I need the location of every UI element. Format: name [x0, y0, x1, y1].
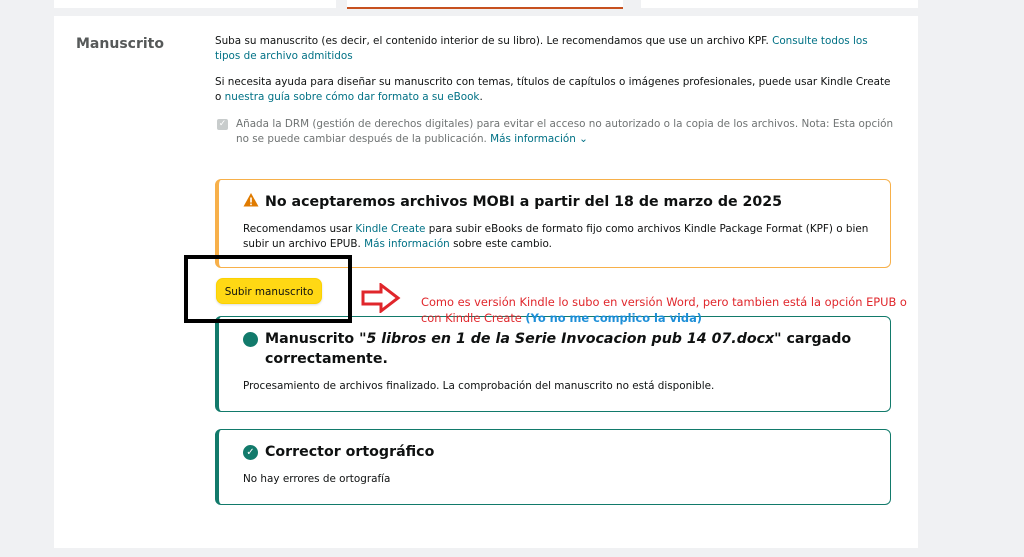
annotation-highlight-box: [184, 255, 352, 323]
help-end: .: [479, 90, 483, 103]
spellcheck-alert: ✓ Corrector ortográfico No hay errores de…: [215, 429, 891, 505]
spellcheck-title-text: Corrector ortográfico: [265, 444, 435, 460]
annotation-highlight: (Yo no me complico la vida): [525, 311, 702, 325]
format-guide-link[interactable]: nuestra guía sobre cómo dar formato a su…: [225, 91, 480, 103]
tab-card-left[interactable]: [54, 0, 336, 8]
warning-body-1: Recomendamos usar: [243, 223, 356, 235]
more-info-link[interactable]: Más información: [364, 238, 450, 250]
spellcheck-body: No hay errores de ortografía: [243, 473, 391, 485]
annotation-arrow-icon: [361, 283, 401, 313]
chevron-down-icon: ⌄: [579, 132, 588, 145]
warning-title: No aceptaremos archivos MOBI a partir de…: [243, 192, 863, 212]
drm-label: Añada la DRM (gestión de derechos digita…: [236, 117, 895, 146]
warning-icon: [243, 193, 259, 207]
section-label: Manuscrito: [76, 36, 164, 52]
warning-body: Recomendamos usar Kindle Create para sub…: [243, 222, 873, 252]
drm-more-link[interactable]: Más información ⌄: [490, 133, 588, 145]
warning-body-3: sobre este cambio.: [449, 238, 552, 250]
kindle-create-link[interactable]: Kindle Create: [355, 223, 425, 235]
help-text: Si necesita ayuda para diseñar su manusc…: [215, 75, 895, 104]
success-title-1: Manuscrito ": [265, 331, 367, 347]
drm-checkbox[interactable]: ✓: [217, 119, 228, 130]
intro-sentence: Suba su manuscrito (es decir, el conteni…: [215, 35, 773, 47]
check-circle-icon: ✓: [243, 445, 258, 460]
upload-success-alert: ✓ Manuscrito "5 libros en 1 de la Serie I…: [215, 316, 891, 412]
uploaded-filename: 5 libros en 1 de la Serie Invocacion pub…: [366, 331, 775, 347]
success-title: ✓ Manuscrito "5 libros en 1 de la Serie I…: [235, 329, 885, 369]
drm-option: ✓ Añada la DRM (gestión de derechos digi…: [215, 117, 895, 146]
check-circle-icon: ✓: [235, 332, 258, 347]
annotation-note: Como es versión Kindle lo subo en versió…: [421, 294, 911, 326]
tab-card-selected[interactable]: [347, 0, 623, 9]
spellcheck-title: ✓ Corrector ortográfico: [243, 442, 863, 462]
warning-title-text: No aceptaremos archivos MOBI a partir de…: [265, 194, 783, 210]
drm-more-label: Más información: [490, 132, 576, 145]
intro-text: Suba su manuscrito (es decir, el conteni…: [215, 34, 895, 63]
tab-card-right[interactable]: [641, 0, 918, 8]
success-body: Procesamiento de archivos finalizado. La…: [243, 380, 715, 392]
